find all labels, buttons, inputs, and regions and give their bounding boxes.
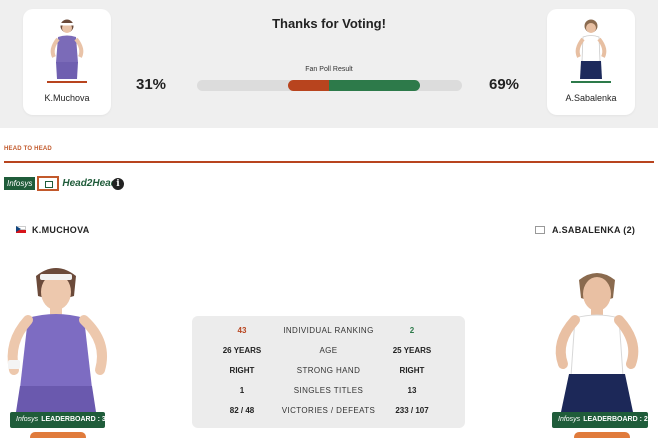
poll-percent-right: 69% <box>489 76 520 93</box>
poll-player-name-left: K.Muchova <box>44 93 90 103</box>
player-name-left[interactable]: K.MUCHOVA <box>32 225 90 235</box>
player-name-right[interactable]: A.SABALENKA (2) <box>552 225 635 235</box>
stat-right-value: 233 / 107 <box>395 406 429 415</box>
stat-row-ranking: 43 INDIVIDUAL RANKING 2 <box>192 326 465 340</box>
poll-progress-left-fill <box>288 80 329 91</box>
poll-progress-right-fill <box>329 80 420 91</box>
blank-flag-icon <box>535 226 545 234</box>
leaderboard-button-left[interactable]: Infosys LEADERBOARD : 3 › <box>10 412 112 428</box>
stat-label: STRONG HAND <box>296 366 361 375</box>
poll-percent-left: 31% <box>136 76 167 93</box>
stat-label: AGE <box>319 346 338 355</box>
stat-right-value: 25 YEARS <box>392 346 432 355</box>
stat-row-singles-titles: 1 SINGLES TITLES 13 <box>192 386 465 400</box>
stat-right-value: RIGHT <box>399 366 425 375</box>
leaderboard-label: LEADERBOARD : 3 <box>41 416 106 423</box>
infosys-logo-text: Infosys <box>4 177 36 190</box>
head2head-mark-icon <box>37 176 60 191</box>
player-photo-sabalenka <box>555 273 639 412</box>
info-icon[interactable]: i <box>112 178 124 190</box>
head2head-logo-text: Head2Head <box>62 178 117 189</box>
infosys-label: Infosys <box>16 416 39 423</box>
stat-row-age: 26 YEARS AGE 25 YEARS <box>192 346 465 360</box>
leaderboard-button-right[interactable]: Infosys LEADERBOARD : 2 › <box>552 412 654 428</box>
chevron-right-icon: › <box>651 416 655 423</box>
fan-poll-banner: K.Muchova Thanks for Voting! 31% Fan Pol… <box>0 0 658 128</box>
head-to-head-page: K.Muchova Thanks for Voting! 31% Fan Pol… <box>0 0 658 438</box>
infosys-label: Infosys <box>558 416 581 423</box>
stat-row-victories-defeats: 82 / 48 VICTORIES / DEFEATS 233 / 107 <box>192 406 465 420</box>
czech-flag-icon <box>16 226 26 233</box>
poll-player-name-right: A.Sabalenka <box>565 93 617 103</box>
stat-right-value: 2 <box>409 326 415 335</box>
stat-label: VICTORIES / DEFEATS <box>281 406 376 415</box>
infosys-head2head-logo: Infosys Head2Head <box>4 176 117 191</box>
chevron-right-icon: › <box>109 416 113 423</box>
poll-player-card-right[interactable]: A.Sabalenka <box>547 9 635 115</box>
player-action-button-right[interactable] <box>574 432 630 438</box>
section-divider <box>4 161 654 163</box>
head-to-head-stats-table: 43 INDIVIDUAL RANKING 2 26 YEARS AGE 25 … <box>192 316 465 428</box>
stat-label: SINGLES TITLES <box>293 386 364 395</box>
player-thumbnail-sabalenka <box>571 19 611 83</box>
leaderboard-label: LEADERBOARD : 2 <box>583 416 648 423</box>
section-label: HEAD TO HEAD <box>4 146 52 152</box>
stat-label: INDIVIDUAL RANKING <box>283 326 374 335</box>
stat-row-strong-hand: RIGHT STRONG HAND RIGHT <box>192 366 465 380</box>
player-photo-muchova <box>7 268 107 412</box>
stat-right-value: 13 <box>407 386 417 395</box>
player-action-button-left[interactable] <box>30 432 86 438</box>
